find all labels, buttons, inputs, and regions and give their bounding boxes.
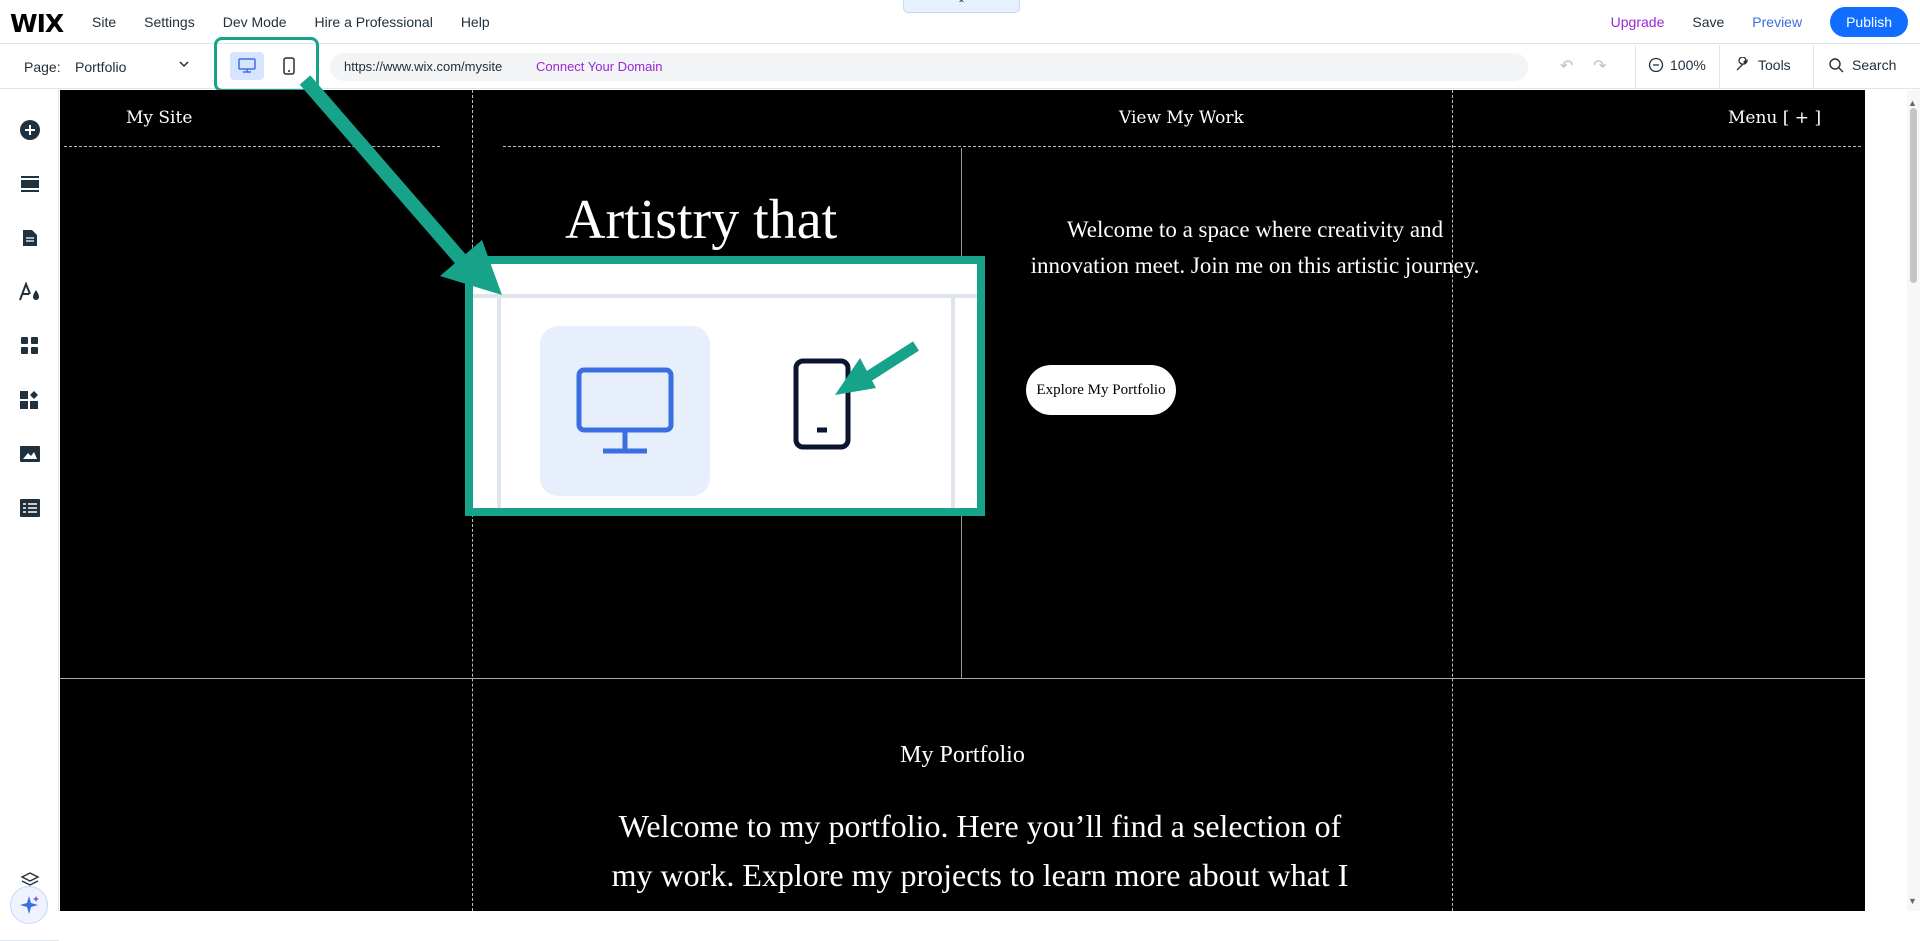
layers-icon[interactable] bbox=[18, 868, 42, 892]
search-button[interactable]: Search bbox=[1828, 57, 1896, 73]
scroll-down-icon[interactable]: ▼ bbox=[1908, 896, 1917, 906]
menu-site[interactable]: Site bbox=[92, 14, 116, 30]
collapse-toolbar-tab[interactable]: ⌃ bbox=[903, 0, 1020, 13]
hero-text[interactable]: Welcome to a space where creativity and … bbox=[1020, 212, 1490, 284]
hero-title[interactable]: Artistry that bbox=[565, 188, 837, 252]
cms-icon[interactable] bbox=[18, 496, 42, 520]
menu-dev-mode[interactable]: Dev Mode bbox=[223, 14, 287, 30]
zoom-out-icon bbox=[1648, 57, 1664, 73]
zoom-level: 100% bbox=[1670, 57, 1706, 73]
search-label: Search bbox=[1852, 57, 1897, 73]
design-icon[interactable] bbox=[18, 280, 42, 304]
tools-button[interactable]: Tools bbox=[1734, 57, 1791, 73]
add-icon[interactable] bbox=[18, 118, 42, 142]
desktop-icon-large bbox=[540, 326, 710, 496]
tools-label: Tools bbox=[1758, 57, 1791, 73]
callout-divider bbox=[951, 298, 955, 508]
redo-icon[interactable]: ↷ bbox=[1593, 56, 1606, 76]
left-sidebar bbox=[0, 90, 59, 941]
callout-divider bbox=[497, 298, 501, 508]
explore-portfolio-button[interactable]: Explore My Portfolio bbox=[1026, 365, 1176, 415]
section-divider bbox=[60, 678, 1865, 679]
undo-icon[interactable]: ↶ bbox=[1560, 56, 1573, 76]
header-guide bbox=[503, 146, 1861, 147]
url-bar[interactable]: https://www.wix.com/mysite Connect Your … bbox=[330, 53, 1528, 81]
wrench-icon bbox=[1736, 57, 1748, 71]
portfolio-title[interactable]: My Portfolio bbox=[60, 742, 1865, 769]
toolbar-divider bbox=[1635, 45, 1636, 89]
upgrade-link[interactable]: Upgrade bbox=[1611, 14, 1665, 30]
publish-button[interactable]: Publish bbox=[1830, 7, 1908, 37]
site-url: https://www.wix.com/mysite bbox=[344, 59, 503, 74]
search-icon bbox=[1829, 58, 1844, 73]
zoom-control[interactable]: 100% bbox=[1648, 57, 1706, 73]
preview-button[interactable]: Preview bbox=[1752, 14, 1802, 30]
nav-view-work[interactable]: View My Work bbox=[1119, 108, 1244, 128]
chevron-down-icon[interactable] bbox=[178, 58, 190, 73]
page-select[interactable]: Portfolio bbox=[75, 59, 126, 75]
pages-icon[interactable] bbox=[18, 226, 42, 250]
canvas-gutter bbox=[1865, 90, 1907, 911]
media-icon[interactable] bbox=[18, 442, 42, 466]
toolbar-divider bbox=[1719, 45, 1720, 89]
business-icon[interactable] bbox=[18, 388, 42, 412]
top-right-actions: Upgrade Save Preview Publish bbox=[1611, 0, 1920, 44]
site-name[interactable]: My Site bbox=[126, 108, 192, 128]
menu-hire-professional[interactable]: Hire a Professional bbox=[315, 14, 433, 30]
nav-menu[interactable]: Menu [ + ] bbox=[1728, 108, 1821, 128]
toolbar-divider bbox=[1813, 45, 1814, 89]
device-zoom-callout bbox=[465, 256, 985, 516]
save-button[interactable]: Save bbox=[1692, 14, 1724, 30]
menu-help[interactable]: Help bbox=[461, 14, 490, 30]
device-toggle-highlight bbox=[214, 37, 319, 92]
connect-domain-link[interactable]: Connect Your Domain bbox=[536, 59, 662, 74]
page-label: Page: bbox=[24, 59, 61, 75]
callout-toolbar-edge bbox=[473, 264, 977, 298]
scroll-up-icon[interactable]: ▲ bbox=[1908, 98, 1917, 108]
wix-logo[interactable]: WIX bbox=[10, 9, 64, 38]
sections-icon[interactable] bbox=[18, 172, 42, 196]
header-guide bbox=[64, 146, 440, 147]
menu-settings[interactable]: Settings bbox=[144, 14, 195, 30]
portfolio-text[interactable]: Welcome to my portfolio. Here you’ll fin… bbox=[600, 802, 1360, 911]
scrollbar-thumb[interactable] bbox=[1910, 108, 1917, 283]
apps-icon[interactable] bbox=[18, 334, 42, 358]
mobile-icon-large bbox=[793, 358, 851, 455]
